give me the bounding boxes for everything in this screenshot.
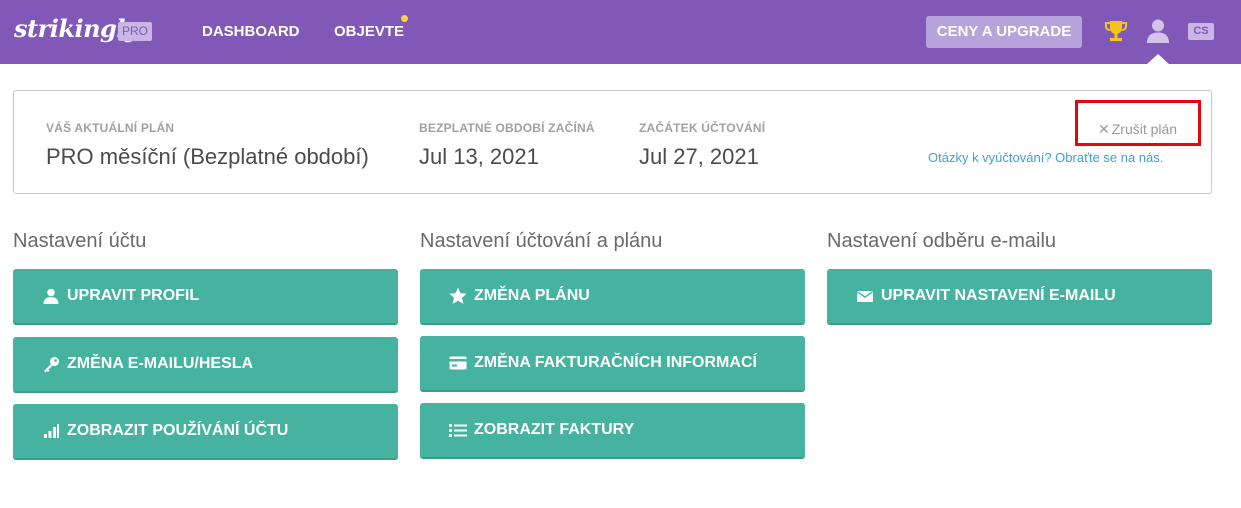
billing-contact-link[interactable]: Otázky k vyúčtování? Obraťte se na nás.	[928, 150, 1163, 165]
envelope-icon	[855, 286, 875, 306]
list-icon	[448, 420, 468, 440]
change-billing-info-button[interactable]: ZMĚNA FAKTURAČNÍCH INFORMACÍ	[420, 336, 805, 392]
change-email-password-button[interactable]: ZMĚNA E-MAILU/HESLA	[13, 337, 398, 393]
view-account-usage-label: ZOBRAZIT POUŽÍVÁNÍ ÚČTU	[67, 422, 289, 439]
current-plan-card: VÁŠ AKTUÁLNÍ PLÁN PRO měsíční (Bezplatné…	[13, 90, 1212, 194]
nav-dashboard-link[interactable]: DASHBOARD	[202, 23, 300, 40]
change-billing-info-label: ZMĚNA FAKTURAČNÍCH INFORMACÍ	[474, 354, 757, 371]
view-invoices-button[interactable]: ZOBRAZIT FAKTURY	[420, 403, 805, 459]
edit-profile-button[interactable]: UPRAVIT PROFIL	[13, 269, 398, 325]
user-icon	[41, 286, 61, 306]
account-settings-title: Nastavení účtu	[13, 230, 147, 252]
change-plan-label: ZMĚNA PLÁNU	[474, 287, 590, 304]
change-email-password-label: ZMĚNA E-MAILU/HESLA	[67, 355, 254, 372]
trophy-icon[interactable]	[1105, 19, 1127, 43]
email-subscription-settings-title: Nastavení odběru e-mailu	[827, 230, 1057, 252]
notification-dot	[401, 15, 408, 22]
view-account-usage-button[interactable]: ZOBRAZIT POUŽÍVÁNÍ ÚČTU	[13, 404, 398, 460]
billing-start-value: Jul 27, 2021	[639, 144, 759, 169]
close-icon: ✕	[1098, 121, 1110, 137]
pro-badge: PRO	[118, 22, 153, 41]
edit-email-settings-label: UPRAVIT NASTAVENÍ E-MAILU	[881, 287, 1116, 304]
cancel-plan-label: Zrušit plán	[1111, 121, 1178, 137]
top-navigation-bar: strikingly PRO DASHBOARD OBJEVTE CENY A …	[0, 0, 1241, 64]
view-invoices-label: ZOBRAZIT FAKTURY	[474, 421, 635, 438]
pricing-upgrade-button[interactable]: CENY A UPGRADE	[926, 16, 1082, 48]
edit-profile-label: UPRAVIT PROFIL	[67, 287, 200, 304]
edit-email-settings-button[interactable]: UPRAVIT NASTAVENÍ E-MAILU	[827, 269, 1212, 325]
billing-start: ZAČÁTEK ÚČTOVÁNÍ Jul 27, 2021	[639, 121, 765, 170]
free-period-label: BEZPLATNÉ OBDOBÍ ZAČÍNÁ	[419, 121, 595, 135]
current-plan: VÁŠ AKTUÁLNÍ PLÁN PRO měsíční (Bezplatné…	[46, 121, 369, 170]
change-plan-button[interactable]: ZMĚNA PLÁNU	[420, 269, 805, 325]
free-period-value: Jul 13, 2021	[419, 144, 539, 169]
cancel-plan-link[interactable]: ✕ Zrušit plán	[1098, 121, 1177, 138]
star-icon	[448, 286, 468, 306]
billing-plan-settings-title: Nastavení účtování a plánu	[420, 230, 663, 252]
language-selector[interactable]: CS	[1188, 23, 1214, 40]
user-account-icon[interactable]	[1146, 18, 1170, 44]
credit-card-icon	[448, 353, 468, 373]
free-period-start: BEZPLATNÉ OBDOBÍ ZAČÍNÁ Jul 13, 2021	[419, 121, 595, 170]
current-plan-value: PRO měsíční (Bezplatné období)	[46, 144, 369, 169]
current-plan-label: VÁŠ AKTUÁLNÍ PLÁN	[46, 121, 175, 135]
key-icon	[41, 354, 61, 374]
nav-objevte-link[interactable]: OBJEVTE	[334, 23, 404, 40]
active-menu-caret	[1147, 54, 1169, 64]
bar-chart-icon	[41, 421, 61, 441]
billing-start-label: ZAČÁTEK ÚČTOVÁNÍ	[639, 121, 766, 135]
